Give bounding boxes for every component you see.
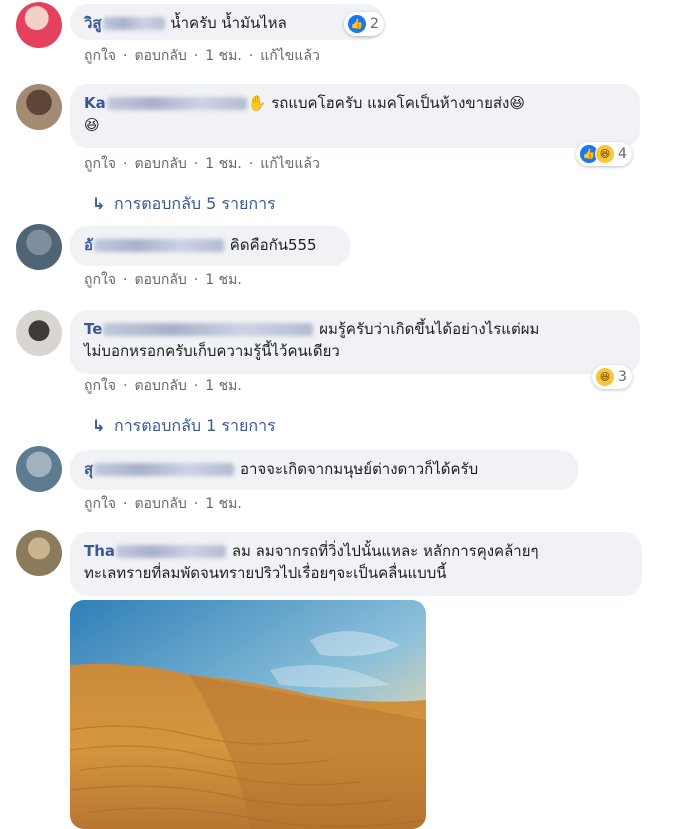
- reply-link[interactable]: ตอบกลับ: [134, 48, 186, 64]
- comment-bubble: สุ อาจจะเกิดจากมนุษย์ต่างดาวก็ได้ครับ: [70, 450, 578, 490]
- commenter-name[interactable]: Te: [84, 320, 314, 338]
- comment-text-line2: 😆: [84, 116, 100, 134]
- like-icon: 👍: [347, 14, 367, 34]
- reaction-count: 2: [370, 16, 379, 32]
- view-replies-link[interactable]: ↳ การตอบกลับ 1 รายการ: [92, 414, 276, 438]
- timestamp[interactable]: 1 ชม.: [205, 496, 242, 512]
- avatar[interactable]: [16, 224, 62, 270]
- redacted-name: [106, 97, 247, 110]
- comment-text: คิดคือกัน555: [229, 236, 317, 254]
- comment-actions: ถูกใจ · ตอบกลับ · 1 ชม.: [84, 378, 242, 394]
- commenter-name[interactable]: Tha: [84, 542, 227, 560]
- reaction-summary[interactable]: 😆 3: [592, 365, 632, 389]
- view-replies-link[interactable]: ↳ การตอบกลับ 5 รายการ: [92, 192, 276, 216]
- comment-bubble: อั คิดคือกัน555: [70, 226, 350, 266]
- comment-actions: ถูกใจ · ตอบกลับ · 1 ชม.: [84, 272, 242, 288]
- haha-icon: 😆: [595, 144, 615, 164]
- like-link[interactable]: ถูกใจ: [84, 156, 116, 172]
- commenter-name[interactable]: Ka ✋: [84, 94, 266, 112]
- avatar[interactable]: [16, 530, 62, 576]
- timestamp[interactable]: 1 ชม.: [205, 272, 242, 288]
- reply-arrow-icon: ↳: [92, 416, 106, 435]
- desert-dunes-photo: [70, 600, 426, 829]
- comment-text-line2: ไม่บอกหรอกครับเก็บความรู้นี้ไว้คนเดียว: [84, 342, 340, 360]
- comment-text: อาจจะเกิดจากมนุษย์ต่างดาวก็ได้ครับ: [239, 460, 479, 478]
- edited-label: แก้ไขแล้ว: [260, 156, 320, 172]
- comment-bubble: Ka ✋ รถแบคโฮครับ แมคโคเป็นห้างขายส่ง😆 😆: [70, 84, 640, 148]
- reply-link[interactable]: ตอบกลับ: [134, 156, 186, 172]
- timestamp[interactable]: 1 ชม.: [205, 48, 242, 64]
- avatar[interactable]: [16, 2, 62, 48]
- comment-text: ลม ลมจากรถที่วิ่งไปนั้นแหละ หลักการคุงคล…: [231, 542, 539, 560]
- reply-link[interactable]: ตอบกลับ: [134, 496, 186, 512]
- redacted-name: [116, 545, 227, 558]
- timestamp[interactable]: 1 ชม.: [205, 378, 242, 394]
- timestamp[interactable]: 1 ชม.: [205, 156, 242, 172]
- reaction-count: 4: [618, 146, 627, 162]
- avatar[interactable]: [16, 84, 62, 130]
- edited-label: แก้ไขแล้ว: [260, 48, 320, 64]
- redacted-name: [103, 323, 314, 336]
- comment-text-line2: ทะเลทรายที่ลมพัดจนทรายปริวไปเรื่อยๆจะเป็…: [84, 564, 447, 582]
- commenter-name[interactable]: วิสู: [84, 14, 166, 32]
- avatar[interactable]: [16, 310, 62, 356]
- comment-actions: ถูกใจ · ตอบกลับ · 1 ชม. · แก้ไขแล้ว: [84, 156, 320, 172]
- redacted-name: [102, 17, 165, 30]
- comment-actions: ถูกใจ · ตอบกลับ · 1 ชม. · แก้ไขแล้ว: [84, 48, 320, 64]
- comment-text: ผมรู้ครับว่าเกิดขึ้นได้อย่างไรแต่ผม: [319, 320, 540, 338]
- comment-bubble: วิสู น้ำครับ น้ำมันไหล: [70, 4, 384, 40]
- like-link[interactable]: ถูกใจ: [84, 272, 116, 288]
- reply-arrow-icon: ↳: [92, 194, 106, 213]
- comment-bubble: Te ผมรู้ครับว่าเกิดขึ้นได้อย่างไรแต่ผม ไ…: [70, 310, 640, 374]
- like-link[interactable]: ถูกใจ: [84, 496, 116, 512]
- reaction-summary[interactable]: 👍 2: [344, 12, 384, 36]
- comment-text: น้ำครับ น้ำมันไหล: [170, 14, 287, 32]
- like-link[interactable]: ถูกใจ: [84, 378, 116, 394]
- comment-actions: ถูกใจ · ตอบกลับ · 1 ชม.: [84, 496, 242, 512]
- attached-photo[interactable]: [70, 600, 426, 829]
- like-link[interactable]: ถูกใจ: [84, 48, 116, 64]
- reaction-count: 3: [618, 369, 627, 385]
- comment-text: รถแบคโฮครับ แมคโคเป็นห้างขายส่ง😆: [271, 94, 525, 112]
- redacted-name: [94, 463, 235, 476]
- reply-link[interactable]: ตอบกลับ: [134, 378, 186, 394]
- waving-hand-icon: ✋: [247, 94, 267, 112]
- avatar[interactable]: [16, 446, 62, 492]
- commenter-name[interactable]: สุ: [84, 460, 235, 478]
- commenter-name[interactable]: อั: [84, 236, 225, 254]
- comment-bubble: Tha ลม ลมจากรถที่วิ่งไปนั้นแหละ หลักการค…: [70, 532, 642, 596]
- reply-link[interactable]: ตอบกลับ: [134, 272, 186, 288]
- haha-icon: 😆: [595, 367, 615, 387]
- reaction-summary[interactable]: 👍 😆 4: [576, 142, 632, 166]
- redacted-name: [94, 239, 225, 252]
